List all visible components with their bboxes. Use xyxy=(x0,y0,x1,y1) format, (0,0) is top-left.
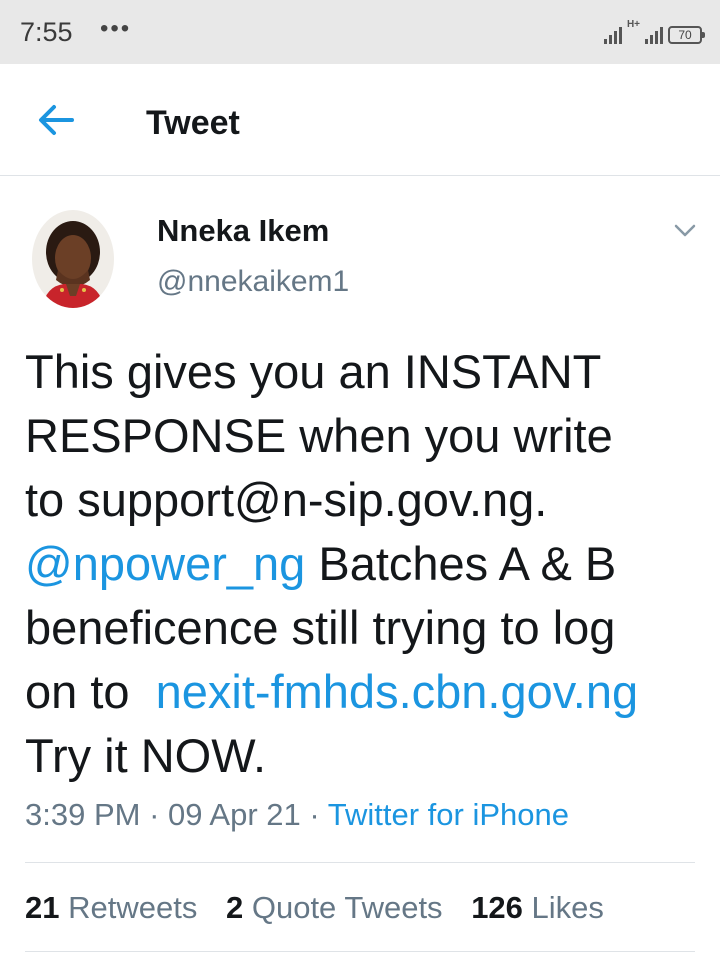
top-app-bar: Tweet xyxy=(0,64,720,176)
status-time: 7:55 xyxy=(20,17,73,47)
back-button[interactable] xyxy=(32,100,80,140)
tweet-text: This gives you an INSTANT RESPONSE when … xyxy=(25,340,705,788)
tweet-date: 09 Apr 21 xyxy=(168,797,301,832)
battery-level: 70 xyxy=(678,28,692,42)
url-link[interactable]: nexit-fmhds.cbn.gov.ng xyxy=(156,665,638,718)
status-icons: H+ 70 xyxy=(603,19,705,44)
retweets-count: 21 xyxy=(25,890,60,925)
retweets-label: Retweets xyxy=(68,890,198,925)
author-handle[interactable]: @nnekaikem1 xyxy=(157,265,349,299)
author-name[interactable]: Nneka Ikem xyxy=(157,213,329,249)
tweet-time: 3:39 PM xyxy=(25,797,141,832)
likes-stat[interactable]: 126 Likes xyxy=(471,890,604,926)
tweet-text-segment: on to xyxy=(25,665,143,718)
mention-link[interactable]: @npower_ng xyxy=(25,537,305,590)
quote-tweets-count: 2 xyxy=(225,890,244,925)
back-arrow-icon xyxy=(39,105,74,135)
tweet-text-segment: to support@n-sip.gov.ng. xyxy=(25,473,548,526)
page-title: Tweet xyxy=(146,104,240,142)
notification-dots-icon: ••• xyxy=(100,15,132,42)
engagement-stats: 21 Retweets 2 Quote Tweets 126 Likes xyxy=(25,890,624,926)
status-bar: 7:55 ••• H+ 70 xyxy=(0,0,720,64)
quote-tweets-stat[interactable]: 2 Quote Tweets xyxy=(226,890,443,926)
avatar-photo xyxy=(32,210,114,308)
tweet-line: Try it NOW. xyxy=(25,724,705,788)
likes-count: 126 xyxy=(471,890,523,925)
source-link[interactable]: Twitter for iPhone xyxy=(328,797,569,832)
likes-label: Likes xyxy=(531,890,604,925)
signal-strength-icon-2 xyxy=(645,24,663,44)
tweet-text-segment: Batches A & B xyxy=(305,537,617,590)
tweet-line: RESPONSE when you write xyxy=(25,404,705,468)
tweet-line: on to nexit-fmhds.cbn.gov.ng xyxy=(25,660,705,724)
divider xyxy=(25,951,695,952)
network-type-label: H+ xyxy=(626,19,640,30)
tweet-line: This gives you an INSTANT xyxy=(25,340,705,404)
tweet-line: to support@n-sip.gov.ng. xyxy=(25,468,705,532)
retweets-stat[interactable]: 21 Retweets xyxy=(25,890,197,926)
tweet-text-segment: Try it NOW. xyxy=(25,729,267,782)
more-options-button[interactable] xyxy=(670,218,700,242)
divider xyxy=(25,862,695,863)
quote-tweets-label: Quote Tweets xyxy=(251,890,443,925)
tweet-line: @npower_ng Batches A & B xyxy=(25,532,705,596)
meta-separator: · xyxy=(309,797,320,832)
signal-strength-icon xyxy=(603,24,622,44)
tweet-meta: 3:39 PM · 09 Apr 21 · Twitter for iPhone xyxy=(25,797,569,833)
chevron-down-icon xyxy=(674,224,696,237)
battery-icon: 70 xyxy=(668,26,705,44)
tweet-line: beneficence still trying to log xyxy=(25,596,705,660)
avatar[interactable] xyxy=(32,210,114,308)
tweet-text-segment: This gives you an INSTANT xyxy=(25,345,602,398)
tweet-text-segment: beneficence still trying to log xyxy=(25,601,616,654)
meta-separator: · xyxy=(149,797,160,832)
tweet-text-segment: RESPONSE when you write xyxy=(25,409,613,462)
